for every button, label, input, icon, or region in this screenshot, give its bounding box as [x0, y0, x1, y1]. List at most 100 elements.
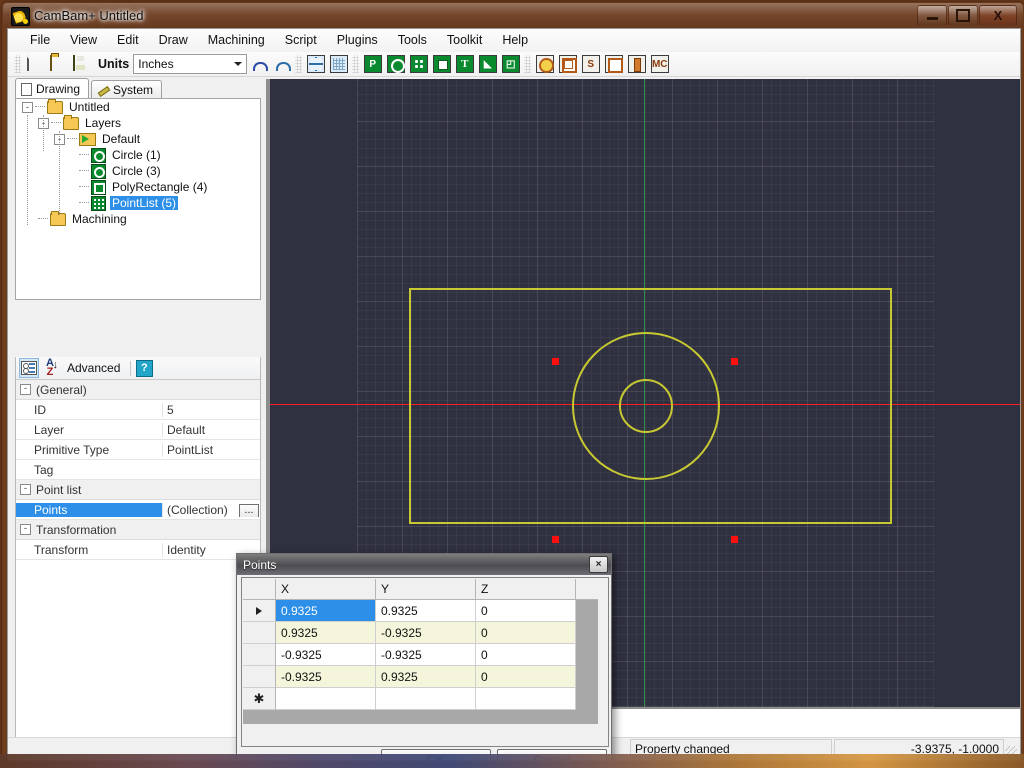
draw-text-button[interactable]: T — [454, 54, 475, 75]
menu-toolkit[interactable]: Toolkit — [437, 29, 492, 52]
cell-y[interactable]: -0.9325 — [376, 622, 476, 644]
profile-mop-button[interactable] — [534, 54, 555, 75]
save-file-button[interactable] — [70, 54, 91, 75]
point-marker[interactable] — [731, 536, 738, 543]
tree-item-pointlist-5[interactable]: PointList (5) — [16, 195, 260, 211]
pocket-mop-button[interactable] — [557, 54, 578, 75]
property-row-transform[interactable]: Transform Identity — [16, 540, 260, 560]
new-file-button[interactable] — [24, 54, 45, 75]
points-collection-editor-button[interactable]: ... — [239, 504, 259, 517]
datagrid-vertical-scrollbar[interactable] — [599, 579, 607, 724]
cell-x[interactable]: -0.9325 — [276, 666, 376, 688]
engrave-mop-button[interactable]: S — [580, 54, 601, 75]
categorized-view-button[interactable] — [19, 358, 39, 378]
menu-machining[interactable]: Machining — [198, 29, 275, 52]
maximize-button[interactable] — [948, 5, 978, 26]
row-selector[interactable] — [243, 622, 276, 644]
ok-button[interactable]: OK — [381, 749, 491, 762]
menu-script[interactable]: Script — [275, 29, 327, 52]
property-category-point-list[interactable]: - Point list — [16, 480, 260, 500]
cancel-button[interactable]: Cancel — [497, 749, 607, 762]
tree-item-default[interactable]: - Default — [16, 131, 260, 147]
cell-x[interactable]: 0.9325 — [276, 600, 376, 622]
dialog-close-button[interactable]: × — [589, 556, 608, 573]
points-datagrid[interactable]: X Y Z 0.9325 0.9325 0 0.9325 — [243, 579, 598, 724]
advanced-label[interactable]: Advanced — [67, 361, 120, 375]
column-header-z[interactable]: Z — [476, 579, 576, 599]
draw-polygon-button[interactable]: ◣ — [477, 54, 498, 75]
row-selector[interactable] — [243, 600, 276, 622]
cell-y[interactable]: 0.9325 — [376, 666, 476, 688]
toolbar-grip-4[interactable] — [524, 55, 531, 73]
menu-file[interactable]: File — [20, 29, 60, 52]
menu-view[interactable]: View — [60, 29, 107, 52]
column-header-x[interactable]: X — [276, 579, 376, 599]
expander-icon[interactable]: - — [20, 484, 31, 495]
close-button[interactable]: X — [979, 5, 1017, 26]
expander-icon[interactable]: - — [20, 524, 31, 535]
resize-grip-icon[interactable] — [1005, 746, 1017, 758]
cell-z[interactable]: 0 — [476, 666, 576, 688]
cell-z[interactable]: 0 — [476, 600, 576, 622]
tool-library-button[interactable] — [626, 54, 647, 75]
cell-y[interactable]: -0.9325 — [376, 644, 476, 666]
datagrid-row[interactable]: 0.9325 0.9325 0 — [243, 600, 598, 622]
dialog-resize-grip-icon[interactable] — [597, 760, 609, 761]
units-dropdown[interactable]: Inches — [133, 54, 247, 74]
point-marker[interactable] — [552, 536, 559, 543]
tree-item-polyrectangle-4[interactable]: PolyRectangle (4) — [16, 179, 260, 195]
property-value[interactable]: PointList — [162, 443, 260, 457]
menu-plugins[interactable]: Plugins — [327, 29, 388, 52]
open-file-button[interactable] — [47, 54, 68, 75]
tab-drawing[interactable]: Drawing — [15, 78, 89, 99]
tree-item-machining[interactable]: Machining — [16, 211, 260, 227]
drill-mop-button[interactable] — [603, 54, 624, 75]
draw-polyline-button[interactable]: P — [362, 54, 383, 75]
post-processor-button[interactable]: MC — [649, 54, 670, 75]
draw-pointlist-button[interactable] — [408, 54, 429, 75]
snap-to-grid-button[interactable] — [305, 54, 326, 75]
cell-z[interactable]: 0 — [476, 644, 576, 666]
cell-z[interactable] — [476, 688, 576, 710]
draw-surface-button[interactable]: ◰ — [500, 54, 521, 75]
help-button[interactable]: ? — [135, 359, 153, 377]
column-header-y[interactable]: Y — [376, 579, 476, 599]
tree-item-layers[interactable]: - Layers — [16, 115, 260, 131]
property-category-general[interactable]: - (General) — [16, 380, 260, 400]
menu-help[interactable]: Help — [492, 29, 538, 52]
toolbar-grip-3[interactable] — [352, 55, 359, 73]
menu-draw[interactable]: Draw — [149, 29, 198, 52]
property-value[interactable]: 5 — [162, 403, 260, 417]
datagrid-row[interactable]: -0.9325 -0.9325 0 — [243, 644, 598, 666]
point-marker[interactable] — [731, 358, 738, 365]
datagrid-new-row[interactable]: ✱ — [243, 688, 598, 710]
draw-circle-button[interactable] — [385, 54, 406, 75]
cell-x[interactable] — [276, 688, 376, 710]
undo-button[interactable] — [248, 54, 269, 75]
draw-rectangle-button[interactable] — [431, 54, 452, 75]
property-category-transformation[interactable]: - Transformation — [16, 520, 260, 540]
cell-y[interactable]: 0.9325 — [376, 600, 476, 622]
menu-edit[interactable]: Edit — [107, 29, 149, 52]
cell-y[interactable] — [376, 688, 476, 710]
cell-x[interactable]: -0.9325 — [276, 644, 376, 666]
row-selector[interactable] — [243, 666, 276, 688]
tree-item-untitled[interactable]: - Untitled — [16, 99, 260, 115]
toolbar-grip[interactable] — [14, 55, 21, 73]
minimize-button[interactable] — [917, 5, 947, 26]
show-grid-button[interactable] — [328, 54, 349, 75]
redo-button[interactable] — [271, 54, 292, 75]
property-row-layer[interactable]: Layer Default — [16, 420, 260, 440]
point-marker[interactable] — [552, 358, 559, 365]
tree-item-circle-3[interactable]: Circle (3) — [16, 163, 260, 179]
tab-system[interactable]: System — [91, 80, 162, 99]
cell-z[interactable]: 0 — [476, 622, 576, 644]
row-selector[interactable] — [243, 644, 276, 666]
shape-inner-circle[interactable] — [619, 379, 673, 433]
new-row-selector[interactable]: ✱ — [243, 688, 276, 710]
datagrid-row[interactable]: 0.9325 -0.9325 0 — [243, 622, 598, 644]
property-row-primitive-type[interactable]: Primitive Type PointList — [16, 440, 260, 460]
cell-x[interactable]: 0.9325 — [276, 622, 376, 644]
property-row-id[interactable]: ID 5 — [16, 400, 260, 420]
property-row-tag[interactable]: Tag — [16, 460, 260, 480]
